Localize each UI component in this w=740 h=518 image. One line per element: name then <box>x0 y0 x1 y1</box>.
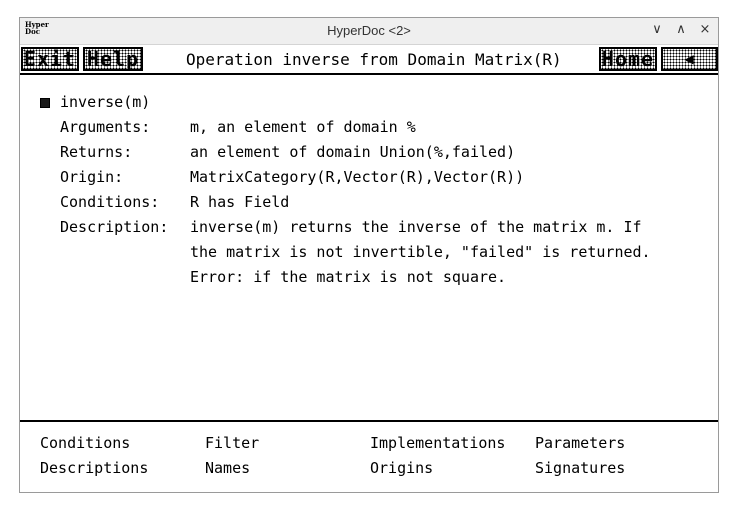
arguments-value: m, an element of domain % <box>190 118 416 136</box>
nav-link-descriptions[interactable]: Descriptions <box>40 459 148 477</box>
hyperdoc-window: Hyper Doc HyperDoc <2> ∨ ∧ × Exit Help O… <box>19 17 719 493</box>
nav-link-origins[interactable]: Origins <box>370 459 433 477</box>
origin-value[interactable]: MatrixCategory(R,Vector(R),Vector(R)) <box>190 168 524 186</box>
title-bar[interactable]: Hyper Doc HyperDoc <2> ∨ ∧ × <box>20 18 718 45</box>
nav-link-signatures[interactable]: Signatures <box>535 459 625 477</box>
divider <box>20 420 718 422</box>
exit-button-label: Exit <box>23 47 77 71</box>
description-label: Description: <box>60 218 169 236</box>
maximize-icon[interactable]: ∧ <box>672 21 690 39</box>
conditions-label: Conditions: <box>60 193 160 211</box>
nav-link-filter[interactable]: Filter <box>205 434 259 452</box>
arguments-label: Arguments: <box>60 118 151 136</box>
window-title: HyperDoc <2> <box>327 23 411 38</box>
exit-button[interactable]: Exit <box>21 47 79 71</box>
nav-link-conditions[interactable]: Conditions <box>40 434 130 452</box>
nav-link-parameters[interactable]: Parameters <box>535 434 625 452</box>
description-line-3: Error: if the matrix is not square. <box>190 268 507 286</box>
description-line-1: inverse(m) returns the inverse of the ma… <box>190 218 642 236</box>
nav-link-implementations[interactable]: Implementations <box>370 434 505 452</box>
returns-value: an element of domain Union(%,failed) <box>190 143 516 161</box>
returns-label: Returns: <box>60 143 133 161</box>
help-button-label: Help <box>86 47 140 71</box>
toolbar: Exit Help Operation inverse from Domain … <box>20 45 718 75</box>
help-button[interactable]: Help <box>83 47 143 71</box>
page-title: Operation inverse from Domain Matrix(R) <box>186 50 562 69</box>
operation-signature[interactable]: inverse(m) <box>60 93 150 111</box>
home-button[interactable]: Home <box>599 47 657 71</box>
minimize-icon[interactable]: ∨ <box>648 21 666 39</box>
home-button-label: Home <box>601 47 655 71</box>
nav-link-names[interactable]: Names <box>205 459 250 477</box>
close-icon[interactable]: × <box>696 21 714 39</box>
conditions-value: R has Field <box>190 193 290 211</box>
description-line-2: the matrix is not invertible, "failed" i… <box>190 243 651 261</box>
origin-label: Origin: <box>60 168 124 186</box>
bullet-icon <box>40 98 50 108</box>
back-button[interactable]: ◀ <box>661 47 718 71</box>
back-arrow-icon: ◀ <box>684 49 695 68</box>
